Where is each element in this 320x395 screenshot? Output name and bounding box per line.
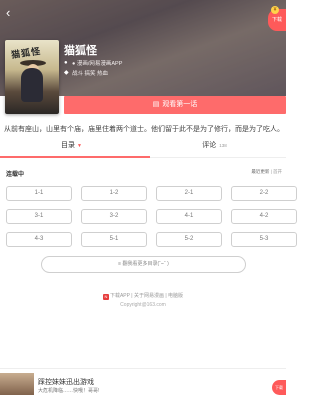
person-icon: ● (64, 60, 68, 66)
ad-subtitle: 大危机降临……快哦！哥哥! (38, 388, 100, 394)
footer-links: N 下载APP | 关于网易漫画 | 电脑版 (0, 292, 286, 300)
comic-tags: ◆ 战斗 搞笑 热血 (64, 69, 108, 77)
download-badge-label: 下载 (271, 17, 282, 23)
tab-bar: 目录 ▼ 评论 138 (0, 140, 286, 155)
cover-title-art: 猫狐怪 (10, 45, 42, 61)
netease-logo-icon: N (102, 294, 109, 300)
sort-first[interactable]: 首开 (273, 169, 282, 174)
tab-comments-label: 评论 (202, 142, 217, 149)
chevron-down-icon: ▼ (77, 143, 82, 149)
tab-comments[interactable]: 评论 138 (143, 140, 286, 155)
chapter-button[interactable]: 1-2 (81, 186, 147, 201)
sort-recent-update[interactable]: 最近更新 (251, 169, 269, 174)
chapter-button[interactable]: 5-2 (156, 232, 222, 247)
tab-active-indicator (0, 156, 150, 158)
chapter-button[interactable]: 1-1 (6, 186, 72, 201)
tab-directory[interactable]: 目录 ▼ (0, 140, 143, 155)
download-app-badge[interactable]: ¥ 下载 (268, 6, 286, 31)
chapter-button[interactable]: 5-1 (81, 232, 147, 247)
comic-source: ● ● 漫画/网易漫画APP (64, 59, 122, 67)
coin-icon: ¥ (271, 6, 279, 14)
comments-count: 138 (219, 143, 227, 148)
chapter-button[interactable]: 2-2 (231, 186, 297, 201)
tab-directory-label: 目录 (61, 142, 76, 149)
comic-cover-image: 猫狐怪 (5, 40, 59, 114)
read-first-chapter-button[interactable]: ▤ 观看第一话 (64, 96, 286, 114)
chapter-button[interactable]: 2-1 (156, 186, 222, 201)
serial-status: 连载中 (6, 172, 25, 178)
book-icon: ▤ (152, 101, 160, 108)
show-more-chapters-button[interactable]: ≡ 翻我看更多目录(˘⌣˘ ) (41, 256, 246, 273)
read-button-label: 观看第一话 (162, 101, 198, 108)
ad-thumbnail-image (0, 373, 34, 395)
ad-title: 踩控妹妹迅出游戏 (38, 379, 94, 386)
chapter-button[interactable]: 5-3 (231, 232, 297, 247)
chapter-button[interactable]: 4-2 (231, 209, 297, 224)
game-ad-banner[interactable]: 踩控妹妹迅出游戏 大危机降临……快哦！哥哥! 下载 (0, 368, 286, 395)
cover-figure-shape (21, 68, 43, 102)
comic-tags-text: 战斗 搞笑 热血 (72, 71, 109, 77)
chapter-button[interactable]: 4-3 (6, 232, 72, 247)
ad-download-button[interactable]: 下载 (272, 380, 286, 395)
back-arrow-icon[interactable]: ‹ (6, 6, 20, 20)
sort-options: 最近更新 | 首开 (251, 169, 282, 175)
chapter-button[interactable]: 3-2 (81, 209, 147, 224)
footer-copyright: Copyright@163.com (120, 302, 166, 308)
comic-description: 从前有座山，山里有个庙，庙里住着两个道士。他们留于此不是为了修行，而是为了吃人。 (4, 126, 284, 133)
comic-title: 猫狐怪 (64, 45, 97, 57)
footer-links-text[interactable]: 下载APP | 关于网易漫画 | 电脑版 (110, 293, 183, 299)
comic-source-text: ● 漫画/网易漫画APP (72, 61, 123, 67)
chapter-button[interactable]: 4-1 (156, 209, 222, 224)
chapter-button[interactable]: 3-1 (6, 209, 72, 224)
tag-icon: ◆ (64, 70, 69, 76)
